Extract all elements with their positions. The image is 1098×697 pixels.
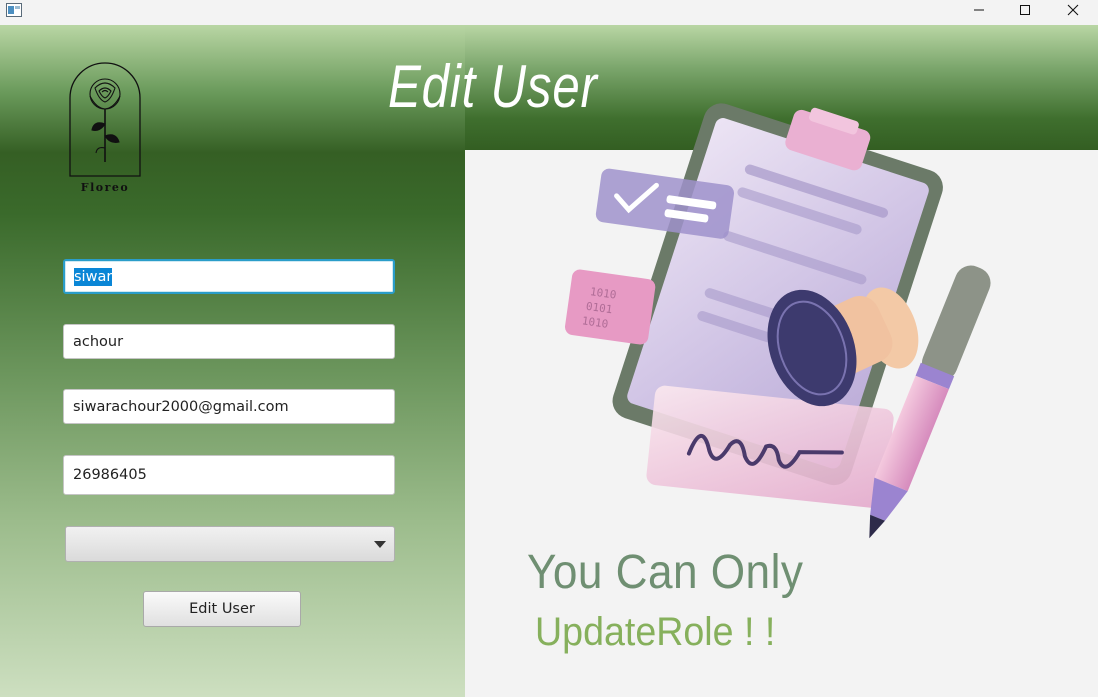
- message-line-2: UpdateRole ! !: [535, 610, 776, 654]
- logo-text: Floreo: [80, 181, 130, 194]
- chevron-down-icon: [374, 541, 386, 548]
- minimize-icon: [974, 9, 984, 11]
- clipboard-stamp-illustration: 1010 0101 1010: [564, 103, 991, 539]
- window-titlebar: [0, 0, 1098, 25]
- first-name-field[interactable]: siwar: [63, 259, 395, 294]
- first-name-value: siwar: [74, 267, 113, 286]
- close-button[interactable]: [1050, 0, 1096, 20]
- edit-user-button[interactable]: Edit User: [143, 591, 301, 627]
- maximize-icon: [1020, 5, 1030, 15]
- email-field[interactable]: siwarachour2000@gmail.com: [63, 389, 395, 424]
- maximize-button[interactable]: [1002, 0, 1048, 20]
- last-name-value: achour: [73, 333, 124, 350]
- message-line-1: You Can Only: [527, 546, 804, 599]
- close-icon: [1067, 4, 1079, 16]
- minimize-button[interactable]: [956, 0, 1002, 20]
- app-icon: [6, 3, 22, 17]
- email-value: siwarachour2000@gmail.com: [73, 398, 289, 415]
- role-select[interactable]: [65, 526, 395, 562]
- phone-value: 26986405: [73, 467, 147, 483]
- rose-icon: [69, 62, 141, 177]
- last-name-field[interactable]: achour: [63, 324, 395, 359]
- phone-field[interactable]: 26986405: [63, 455, 395, 495]
